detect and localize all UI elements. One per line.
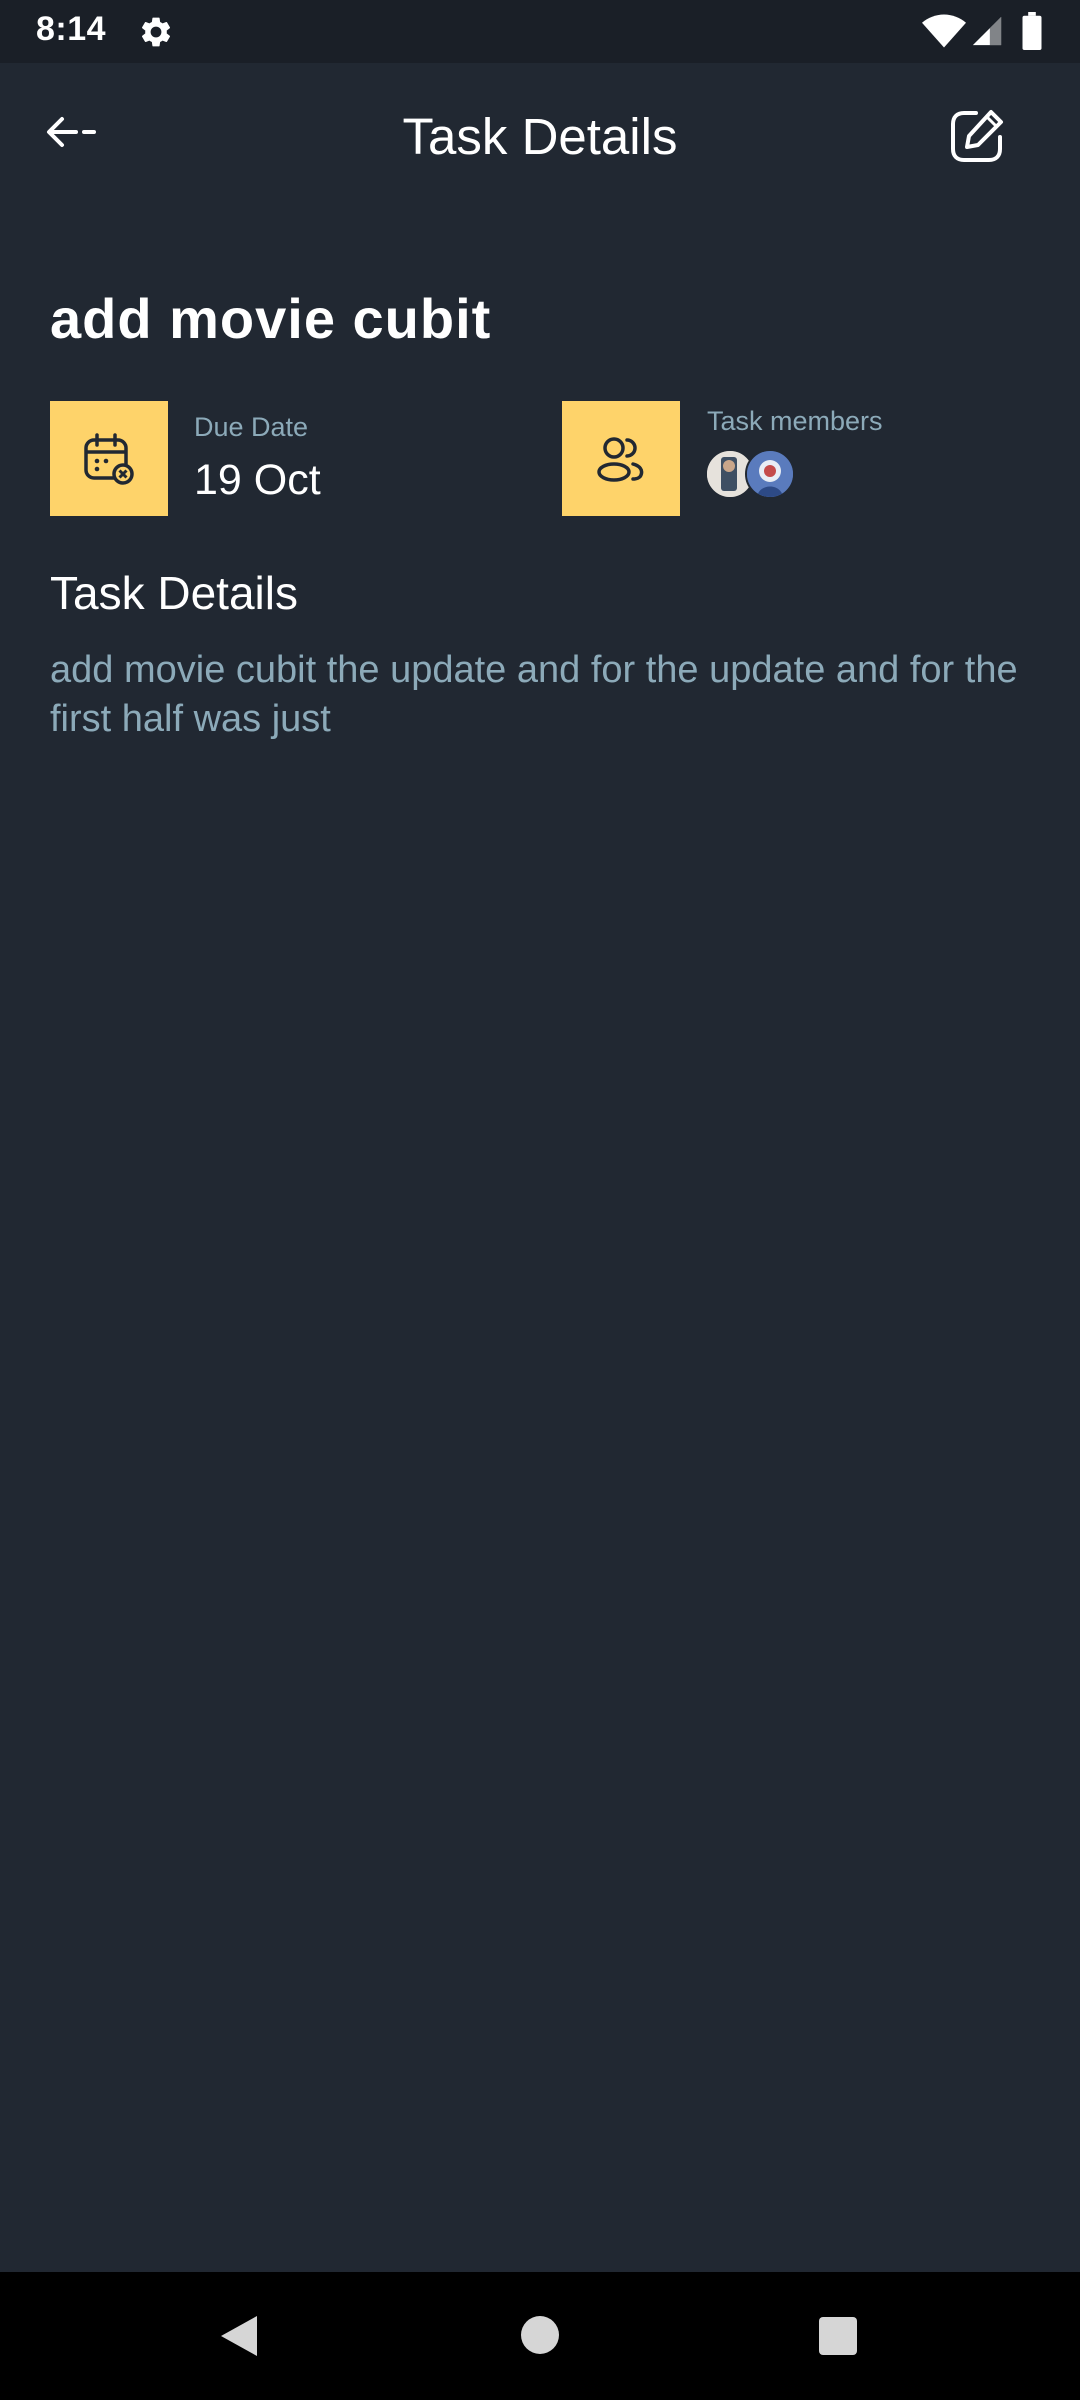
status-time: 8:14 <box>36 10 107 48</box>
task-title: add movie cubit <box>50 287 492 350</box>
nav-recents-icon[interactable] <box>819 2317 857 2355</box>
gear-icon <box>141 17 171 47</box>
due-date-icon-box <box>50 401 168 516</box>
edit-icon[interactable] <box>946 105 1008 167</box>
wifi-icon <box>922 14 966 48</box>
nav-home-icon[interactable] <box>521 2316 559 2354</box>
system-nav-bar <box>0 2272 1080 2400</box>
calendar-icon <box>84 432 134 485</box>
battery-icon <box>1022 12 1042 50</box>
due-date-value: 19 Oct <box>194 456 321 504</box>
avatar[interactable] <box>745 449 795 499</box>
members-label: Task members <box>707 406 883 436</box>
status-bar: 8:14 <box>0 0 1080 63</box>
app-bar: Task Details <box>0 63 1080 213</box>
nav-back-icon[interactable] <box>219 2314 259 2358</box>
page-title: Task Details <box>402 108 678 165</box>
users-icon <box>597 436 644 482</box>
signal-icon <box>972 16 1002 46</box>
details-heading: Task Details <box>50 567 298 619</box>
due-date-label: Due Date <box>194 412 309 442</box>
task-description: add movie cubit the update and for the u… <box>50 649 1018 740</box>
members-icon-box <box>562 401 680 516</box>
member-avatars[interactable] <box>705 449 825 501</box>
task-details-screen: 8:14 Task Details add movie cubit Due Da… <box>0 0 1080 2400</box>
